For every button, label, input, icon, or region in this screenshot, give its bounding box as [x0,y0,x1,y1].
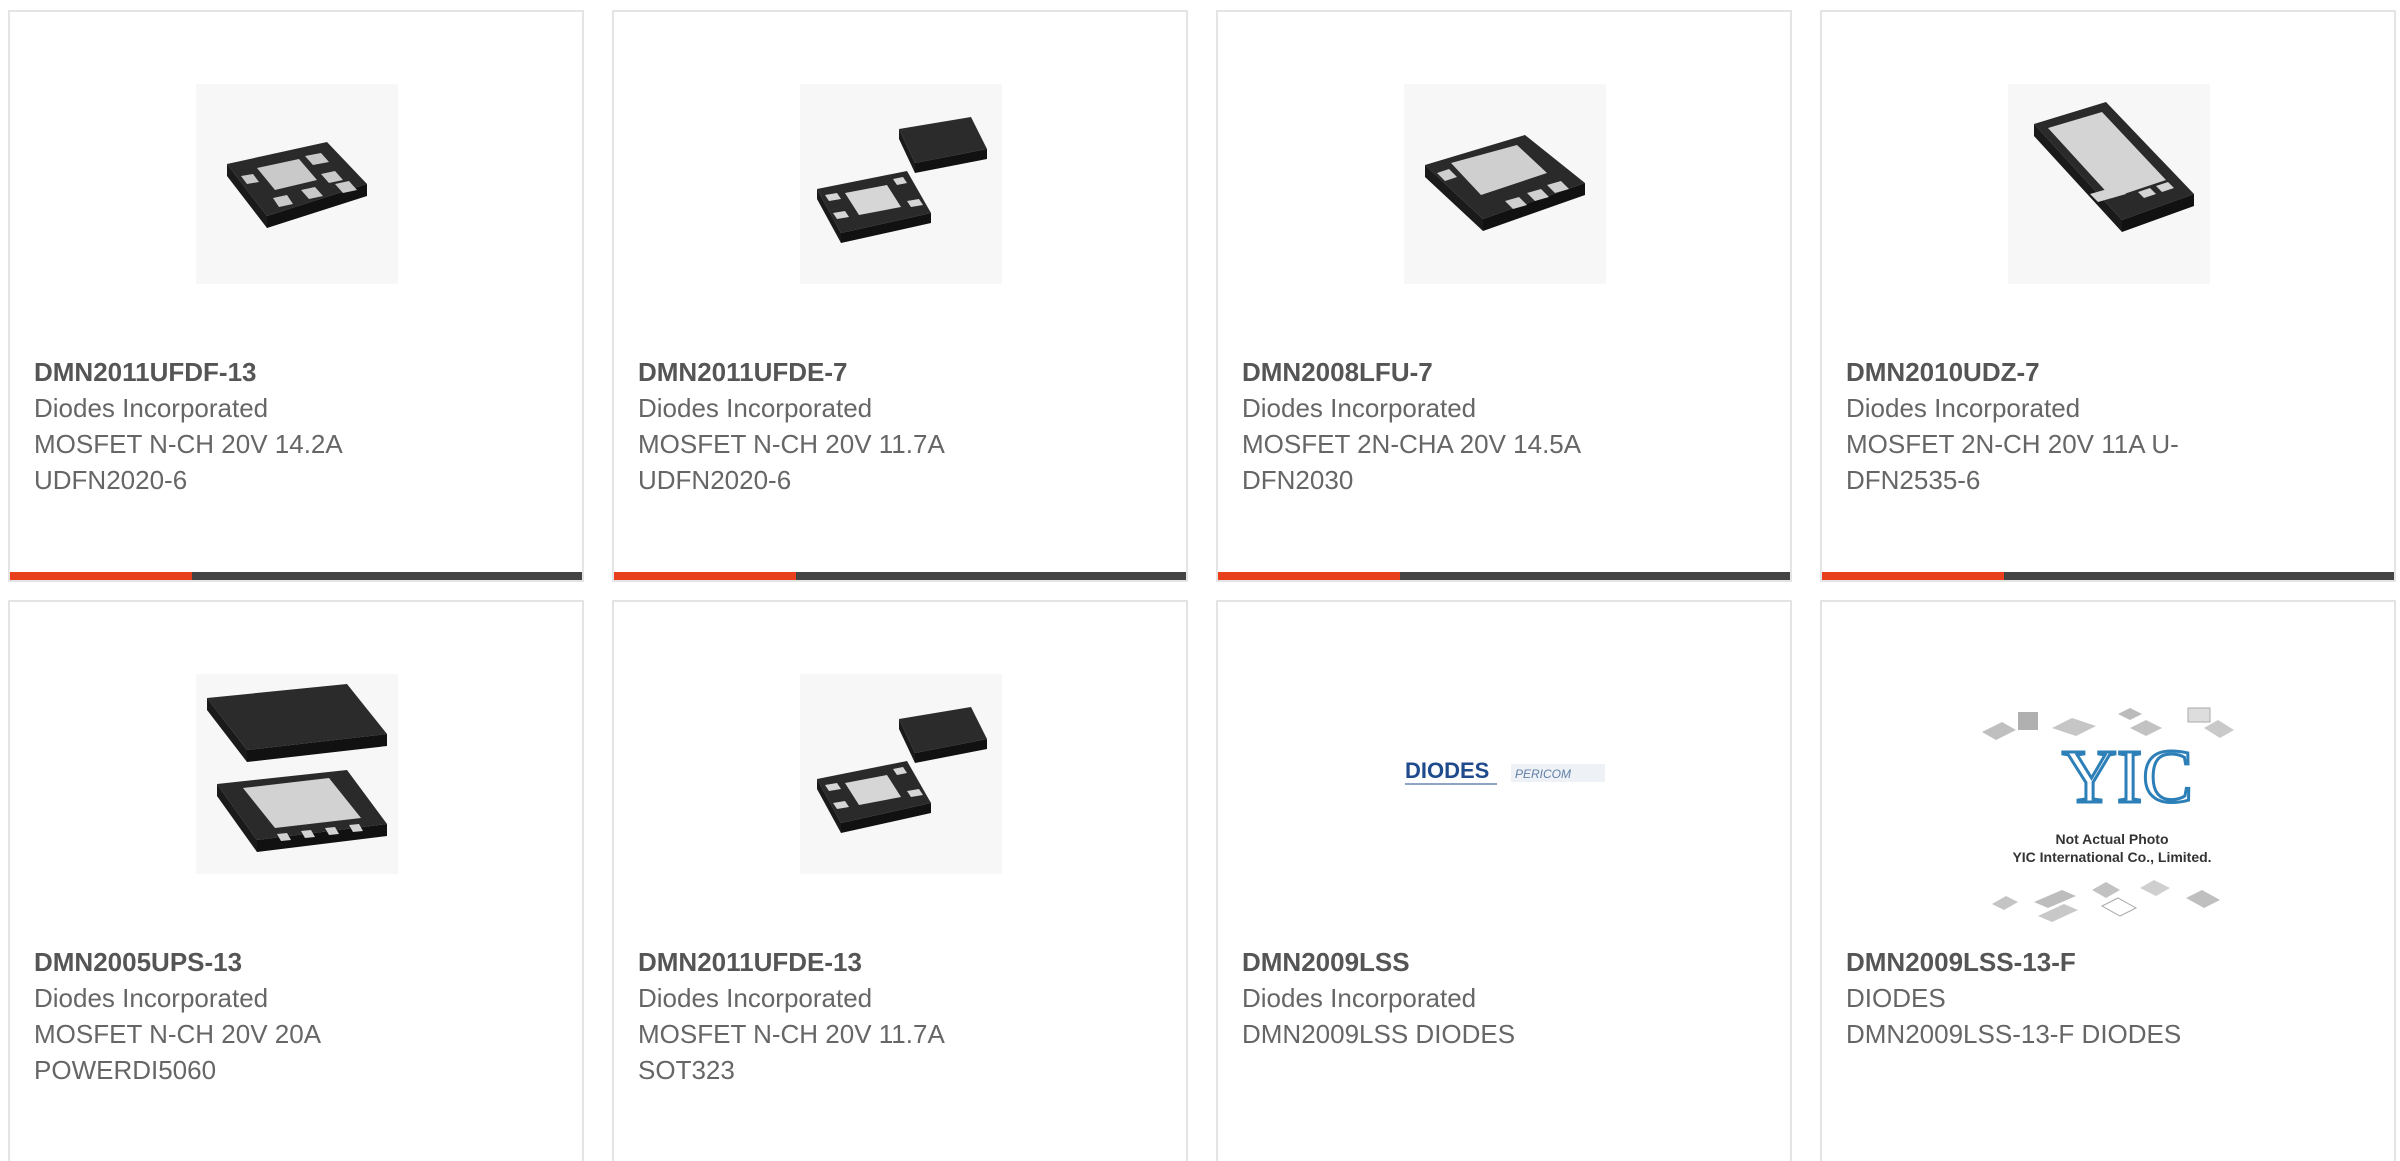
manufacturer: Diodes Incorporated [1242,393,1477,423]
manufacturer: Diodes Incorporated [34,393,269,423]
part-number[interactable]: DMN2005UPS-13 [34,944,554,980]
product-card[interactable]: DMN2011UFDF-13 Diodes Incorporated MOSFE… [8,10,584,582]
udfn2020-6-package-icon [227,142,367,228]
part-number[interactable]: DMN2011UFDF-13 [34,354,554,390]
svg-text:PERICOM: PERICOM [1515,767,1571,781]
product-description: MOSFET 2N-CHA 20V 14.5A DFN2030 [1242,429,1582,495]
product-card[interactable]: DMN2005UPS-13 Diodes Incorporated MOSFET… [8,600,584,1161]
product-description: MOSFET N-CH 20V 11.7A SOT323 [638,1019,945,1085]
card-accent-bar [1822,572,2004,580]
part-number[interactable]: DMN2011UFDE-7 [638,354,1158,390]
part-number[interactable]: DMN2011UFDE-13 [638,944,1158,980]
diodes-pericom-logo: DIODES PERICOM [1405,758,1605,785]
product-image[interactable] [800,84,1002,284]
card-footer-bar [1822,572,2394,580]
udfn2020-6-package-pair-icon [817,117,987,243]
product-grid: DMN2011UFDF-13 Diodes Incorporated MOSFE… [0,0,2400,1161]
card-footer-bar [614,572,1186,580]
product-description: DMN2009LSS-13-F DIODES [1846,1019,2182,1049]
manufacturer: Diodes Incorporated [638,393,873,423]
part-number[interactable]: DMN2010UDZ-7 [1846,354,2366,390]
svg-text:YIC International Co., Limited: YIC International Co., Limited. [2012,849,2211,865]
svg-text:Not Actual Photo: Not Actual Photo [2055,831,2168,847]
product-card[interactable]: DIODES PERICOM DMN2009LSS Diodes Incorpo… [1216,600,1792,1161]
svg-text:YIC: YIC [2062,735,2193,819]
sot323-package-pair-icon [817,707,987,833]
svg-text:DIODES: DIODES [1405,758,1489,783]
manufacturer: Diodes Incorporated [638,983,873,1013]
product-image[interactable] [800,674,1002,874]
part-number[interactable]: DMN2008LFU-7 [1242,354,1762,390]
product-card[interactable]: DMN2010UDZ-7 Diodes Incorporated MOSFET … [1820,10,2396,582]
card-accent-bar [614,572,796,580]
u-dfn2535-package-icon [2034,102,2194,232]
product-image[interactable] [196,674,398,874]
manufacturer: Diodes Incorporated [34,983,269,1013]
product-description: MOSFET N-CH 20V 20A POWERDI5060 [34,1019,322,1085]
product-card[interactable]: DMN2008LFU-7 Diodes Incorporated MOSFET … [1216,10,1792,582]
manufacturer: Diodes Incorporated [1242,983,1477,1013]
product-card[interactable]: DMN2011UFDE-7 Diodes Incorporated MOSFET… [612,10,1188,582]
product-card[interactable]: DMN2011UFDE-13 Diodes Incorporated MOSFE… [612,600,1188,1161]
product-image[interactable] [1404,84,1606,284]
product-description: MOSFET N-CH 20V 11.7A UDFN2020-6 [638,429,945,495]
product-image[interactable]: DIODES PERICOM [1404,674,1606,874]
part-number[interactable]: DMN2009LSS-13-F [1846,944,2366,980]
card-accent-bar [1218,572,1400,580]
card-footer-bar [10,572,582,580]
product-description: MOSFET N-CH 20V 14.2A UDFN2020-6 [34,429,343,495]
product-card[interactable]: YIC Not Actual Photo YIC International C… [1820,600,2396,1161]
dfn2030-package-icon [1425,135,1585,231]
product-image[interactable] [196,84,398,284]
product-description: MOSFET 2N-CH 20V 11A U- DFN2535-6 [1846,429,2179,495]
product-description: DMN2009LSS DIODES [1242,1019,1516,1049]
product-image[interactable] [2008,84,2210,284]
manufacturer: DIODES [1846,983,1946,1013]
powerdi5060-package-icon [207,684,387,852]
part-number[interactable]: DMN2009LSS [1242,944,1762,980]
card-accent-bar [10,572,192,580]
product-image[interactable]: YIC Not Actual Photo YIC International C… [1972,692,2252,932]
manufacturer: Diodes Incorporated [1846,393,2081,423]
not-actual-photo-placeholder: YIC Not Actual Photo YIC International C… [1982,707,2234,922]
card-footer-bar [1218,572,1790,580]
